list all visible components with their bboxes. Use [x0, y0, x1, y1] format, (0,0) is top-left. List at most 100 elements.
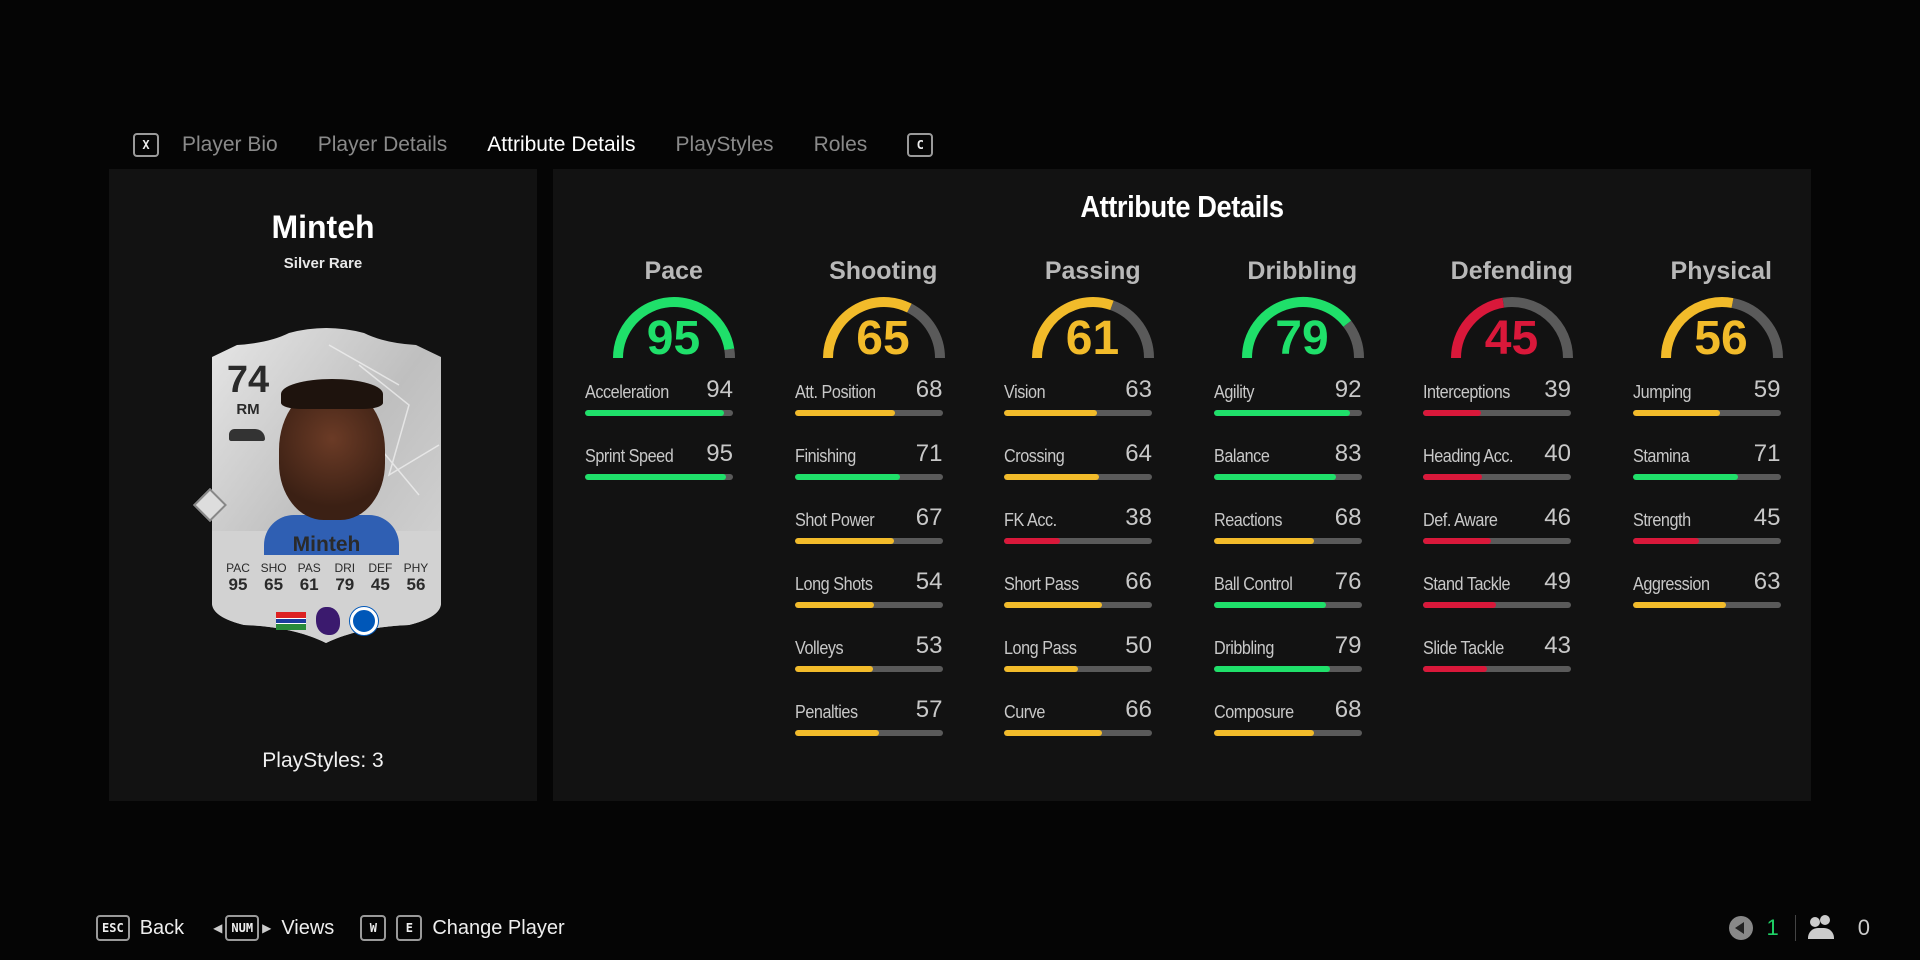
attribute-bar-fill [794, 666, 873, 672]
attribute-row[interactable]: Att. Position 68 [779, 372, 988, 436]
attribute-bar [1423, 602, 1571, 608]
attribute-row[interactable]: Stand Tackle 49 [1407, 564, 1616, 628]
attribute-name: Vision [1004, 382, 1046, 402]
tab-player-bio[interactable]: Player Bio [182, 133, 278, 157]
player-name: Minteh [271, 209, 375, 245]
prev-tab-key[interactable]: X [133, 133, 159, 157]
attribute-row[interactable]: Crossing 64 [988, 436, 1197, 500]
attribute-row[interactable]: Long Pass 50 [988, 628, 1197, 692]
attribute-bar-fill [1004, 538, 1061, 544]
attribute-row[interactable]: Acceleration 94 [569, 372, 778, 436]
attribute-bar-fill [794, 474, 900, 480]
attribute-row[interactable]: Composure 68 [1198, 692, 1407, 756]
attribute-name: Slide Tackle [1423, 638, 1504, 658]
views-button[interactable]: Views [281, 917, 334, 940]
attribute-bar [1423, 666, 1571, 672]
attribute-bar [1423, 410, 1571, 416]
voice-chat-icon [1728, 916, 1753, 940]
attribute-row[interactable]: Balance 83 [1198, 436, 1407, 500]
attribute-name: Aggression [1632, 574, 1710, 594]
attribute-row[interactable]: Dribbling 79 [1198, 628, 1407, 692]
attribute-name: Strength [1632, 510, 1691, 530]
tab-attribute-details[interactable]: Attribute Details [487, 133, 635, 157]
footer-controls: ESC Back ◀ NUM ▶ Views W E Change Player [96, 915, 591, 941]
attribute-row[interactable]: Curve 66 [988, 692, 1197, 756]
attribute-row[interactable]: Penalties 57 [779, 692, 988, 756]
attribute-row[interactable]: Interceptions 39 [1407, 372, 1616, 436]
category-value: 79 [1275, 312, 1329, 365]
attribute-bar [1213, 538, 1362, 544]
attribute-row[interactable]: Sprint Speed 95 [569, 436, 778, 500]
attribute-value: 40 [1544, 440, 1571, 467]
attribute-row[interactable]: Slide Tackle 43 [1407, 628, 1616, 692]
attribute-bar [794, 474, 943, 480]
attribute-list: Interceptions 39 Heading Acc. 40 Def. Aw… [1407, 372, 1617, 692]
attribute-name: Def. Aware [1423, 510, 1498, 530]
attribute-row[interactable]: Aggression 63 [1617, 564, 1826, 628]
attribute-row[interactable]: Reactions 68 [1198, 500, 1407, 564]
attribute-row[interactable]: Vision 63 [988, 372, 1197, 436]
attribute-name: Stamina [1632, 446, 1690, 466]
attribute-row[interactable]: Jumping 59 [1617, 372, 1826, 436]
card-stat-value: 95 [228, 575, 248, 594]
card-stat: PAS 61 [292, 561, 326, 595]
attribute-row[interactable]: FK Acc. 38 [988, 500, 1197, 564]
attribute-value: 66 [1125, 696, 1152, 723]
back-button[interactable]: Back [140, 917, 184, 940]
attribute-name: Dribbling [1213, 638, 1274, 658]
attribute-list: Vision 63 Crossing 64 FK Acc. 38 Short P… [988, 372, 1198, 756]
category-gauge: 56 [1617, 289, 1826, 367]
category-name: Dribbling [1247, 257, 1358, 285]
playstyles-count: PlayStyles: 3 [262, 749, 384, 772]
card-player-name: Minteh [292, 533, 361, 556]
attribute-row[interactable]: Finishing 71 [779, 436, 988, 500]
attribute-bar [1004, 410, 1152, 416]
tab-roles[interactable]: Roles [814, 133, 868, 157]
attribute-row[interactable]: Volleys 53 [779, 628, 988, 692]
attribute-list: Att. Position 68 Finishing 71 Shot Power… [779, 372, 989, 756]
attribute-name: FK Acc. [1004, 510, 1057, 530]
attribute-value: 49 [1544, 568, 1571, 595]
arrow-right-icon: ▶ [262, 921, 272, 935]
attribute-row[interactable]: Long Shots 54 [779, 564, 988, 628]
attribute-name: Sprint Speed [585, 446, 674, 466]
attribute-row[interactable]: Shot Power 67 [779, 500, 988, 564]
attribute-row[interactable]: Def. Aware 46 [1407, 500, 1616, 564]
attribute-name: Balance [1213, 446, 1270, 466]
tab-playstyles[interactable]: PlayStyles [676, 133, 774, 157]
attribute-name: Interceptions [1423, 382, 1510, 402]
attribute-row[interactable]: Short Pass 66 [988, 564, 1197, 628]
attribute-row[interactable]: Heading Acc. 40 [1407, 436, 1616, 500]
attribute-name: Reactions [1213, 510, 1282, 530]
change-player-button[interactable]: Change Player [432, 917, 564, 940]
attribute-name: Long Shots [794, 574, 873, 594]
category-name: Pace [644, 257, 703, 285]
esc-key[interactable]: ESC [96, 915, 130, 941]
attribute-row[interactable]: Ball Control 76 [1198, 564, 1407, 628]
attribute-name: Acceleration [585, 382, 669, 402]
attribute-value: 79 [1334, 632, 1362, 659]
attribute-value: 71 [915, 440, 943, 467]
num-key[interactable]: NUM [225, 915, 260, 941]
attribute-value: 64 [1125, 440, 1152, 467]
attribute-row[interactable]: Stamina 71 [1617, 436, 1826, 500]
divider [1794, 915, 1796, 941]
e-key[interactable]: E [396, 915, 423, 941]
attribute-row[interactable]: Strength 45 [1617, 500, 1826, 564]
club-badge-icon [349, 607, 378, 635]
tab-player-details[interactable]: Player Details [318, 133, 448, 157]
next-tab-key[interactable]: C [907, 133, 934, 157]
attribute-bar-fill [794, 538, 894, 544]
attribute-bar [1213, 602, 1362, 608]
attribute-bar-fill [1632, 602, 1726, 608]
attribute-value: 63 [1753, 568, 1781, 595]
attribute-bar-fill [1423, 666, 1487, 672]
party-icon [1807, 917, 1838, 939]
attribute-value: 71 [1753, 440, 1781, 467]
w-key[interactable]: W [360, 915, 387, 941]
card-position: RM [236, 401, 260, 418]
player-card[interactable]: 74 RM Minteh PAC 95 SHO 65 PAS 61 DRI 79 DEF… [193, 325, 444, 645]
attribute-bar-fill [1004, 730, 1102, 736]
attribute-row[interactable]: Agility 92 [1198, 372, 1407, 436]
card-badges [209, 607, 444, 635]
